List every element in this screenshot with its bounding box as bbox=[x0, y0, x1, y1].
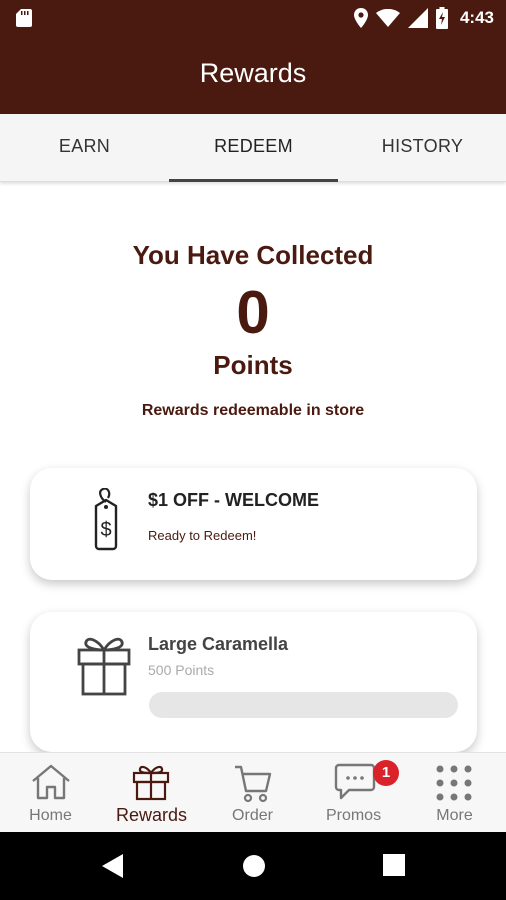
svg-text:$: $ bbox=[100, 519, 111, 541]
reward-status: Ready to Redeem! bbox=[148, 528, 257, 543]
tab-redeem[interactable]: REDEEM bbox=[169, 114, 338, 182]
chat-icon bbox=[334, 763, 376, 800]
home-icon bbox=[32, 764, 70, 800]
promos-badge: 1 bbox=[373, 760, 399, 786]
reward-card-caramella[interactable]: Large Caramella 500 Points bbox=[30, 612, 477, 752]
status-bar: 4:43 bbox=[0, 0, 506, 36]
points-heading: You Have Collected bbox=[132, 240, 374, 270]
points-label: Points bbox=[213, 350, 293, 380]
nav-rewards[interactable]: Rewards bbox=[101, 753, 202, 833]
status-time: 4:43 bbox=[459, 8, 494, 27]
reward-card-welcome[interactable]: $ $1 OFF - WELCOME Ready to Redeem! bbox=[30, 468, 477, 580]
wifi-icon bbox=[375, 9, 400, 27]
recents-icon[interactable] bbox=[383, 854, 405, 876]
nav-home[interactable]: Home bbox=[0, 753, 101, 833]
reward-title: $1 OFF - WELCOME bbox=[148, 490, 319, 510]
tab-earn[interactable]: EARN bbox=[0, 114, 169, 182]
app-bar: Rewards bbox=[0, 36, 506, 114]
tab-bar: EARN REDEEM HISTORY bbox=[0, 114, 506, 182]
nav-more[interactable]: More bbox=[404, 753, 505, 833]
system-nav-bar bbox=[0, 832, 506, 900]
home-circle-icon[interactable] bbox=[242, 854, 266, 878]
nav-more-label: More bbox=[436, 807, 473, 824]
nav-home-label: Home bbox=[29, 807, 72, 824]
reward-progress-bar bbox=[149, 692, 458, 718]
gift-icon bbox=[132, 765, 170, 801]
page-title: Rewards bbox=[199, 58, 307, 88]
bottom-nav: Home Rewards Order 1 Promos More bbox=[0, 752, 506, 832]
reward-points-cost: 500 Points bbox=[148, 662, 215, 678]
nav-order[interactable]: Order bbox=[202, 753, 303, 833]
price-tag-icon: $ bbox=[94, 488, 118, 551]
signal-icon bbox=[407, 8, 428, 28]
back-icon[interactable] bbox=[102, 854, 124, 878]
cart-icon bbox=[235, 765, 272, 803]
battery-charging-icon bbox=[435, 7, 448, 29]
nav-order-label: Order bbox=[232, 807, 273, 824]
redeem-note: Rewards redeemable in store bbox=[141, 402, 365, 419]
grid-icon bbox=[436, 765, 472, 801]
nav-rewards-label: Rewards bbox=[115, 805, 188, 825]
gift-icon bbox=[77, 637, 131, 696]
reward-title: Large Caramella bbox=[148, 634, 289, 654]
location-icon bbox=[353, 8, 368, 28]
sd-card-icon bbox=[16, 9, 32, 27]
nav-promos-label: Promos bbox=[325, 807, 382, 824]
nav-promos[interactable]: 1 Promos bbox=[303, 753, 404, 833]
tab-history[interactable]: HISTORY bbox=[338, 114, 506, 182]
points-count: 0 bbox=[236, 279, 270, 346]
